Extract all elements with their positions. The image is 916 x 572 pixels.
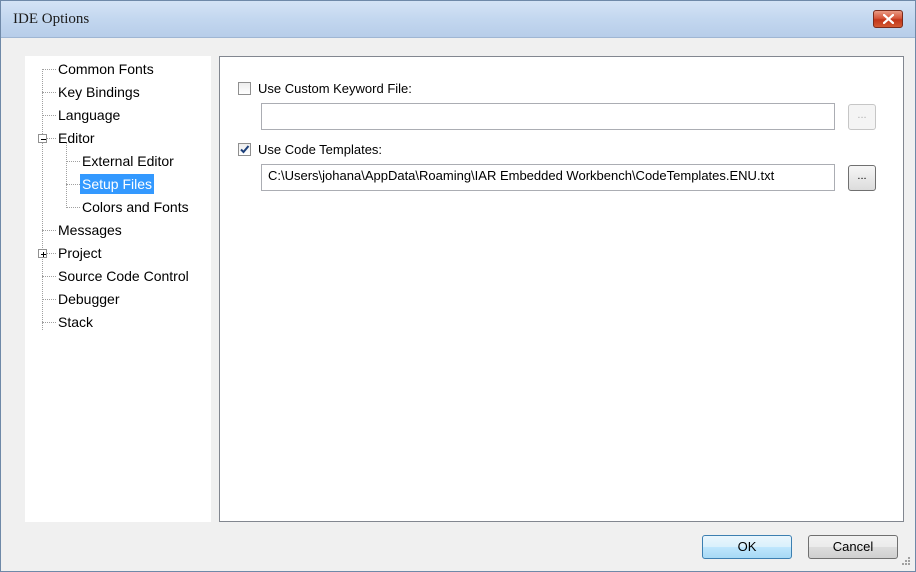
tree-item-language[interactable]: Language <box>56 105 122 125</box>
tree-item-source-code-control[interactable]: Source Code Control <box>56 266 191 286</box>
tree-line <box>47 138 56 139</box>
use-custom-keyword-checkbox[interactable] <box>238 82 251 95</box>
tree-line <box>66 207 80 208</box>
tree-line <box>42 69 56 70</box>
tree-line <box>42 230 56 231</box>
title-bar[interactable]: IDE Options <box>1 1 915 38</box>
tree-item-project[interactable]: Project <box>56 243 104 263</box>
tree-line <box>66 184 80 185</box>
tree-line <box>42 69 43 330</box>
tree-line <box>42 92 56 93</box>
custom-keyword-browse-button[interactable]: ... <box>848 104 876 130</box>
close-icon <box>883 14 894 24</box>
tree-line <box>42 322 56 323</box>
tree-item-key-bindings[interactable]: Key Bindings <box>56 82 142 102</box>
tree-item-stack[interactable]: Stack <box>56 312 95 332</box>
custom-keyword-file-field[interactable] <box>261 103 835 130</box>
tree-item-debugger[interactable]: Debugger <box>56 289 122 309</box>
options-category-tree[interactable]: Common Fonts Key Bindings Language Edito… <box>25 56 211 522</box>
setup-files-panel: Use Custom Keyword File: ... Use Code Te… <box>219 56 904 522</box>
checkmark-icon <box>240 145 250 154</box>
tree-line <box>47 253 56 254</box>
code-templates-file-field[interactable]: C:\Users\johana\AppData\Roaming\IAR Embe… <box>261 164 835 191</box>
ok-button[interactable]: OK <box>702 535 792 559</box>
collapse-icon[interactable] <box>38 134 47 143</box>
tree-line <box>42 299 56 300</box>
tree-line <box>66 143 67 208</box>
close-button[interactable] <box>873 10 903 28</box>
tree-item-colors-and-fonts[interactable]: Colors and Fonts <box>80 197 191 217</box>
tree-item-editor[interactable]: Editor <box>56 128 97 148</box>
use-custom-keyword-label[interactable]: Use Custom Keyword File: <box>258 81 412 96</box>
resize-grip-icon[interactable] <box>899 556 911 568</box>
tree-item-setup-files[interactable]: Setup Files <box>80 174 155 194</box>
tree-line <box>66 161 80 162</box>
cancel-button[interactable]: Cancel <box>808 535 898 559</box>
expand-icon[interactable] <box>38 249 47 258</box>
tree-line <box>42 276 56 277</box>
window-title: IDE Options <box>13 11 90 27</box>
ide-options-dialog: IDE Options Common Fonts Key Bindings La… <box>0 0 916 572</box>
use-code-templates-checkbox[interactable] <box>238 143 251 156</box>
code-templates-browse-button[interactable]: ... <box>848 165 876 191</box>
tree-item-common-fonts[interactable]: Common Fonts <box>56 59 156 79</box>
tree-item-messages[interactable]: Messages <box>56 220 124 240</box>
tree-line <box>42 115 56 116</box>
use-code-templates-label[interactable]: Use Code Templates: <box>258 142 382 157</box>
tree-item-external-editor[interactable]: External Editor <box>80 151 176 171</box>
